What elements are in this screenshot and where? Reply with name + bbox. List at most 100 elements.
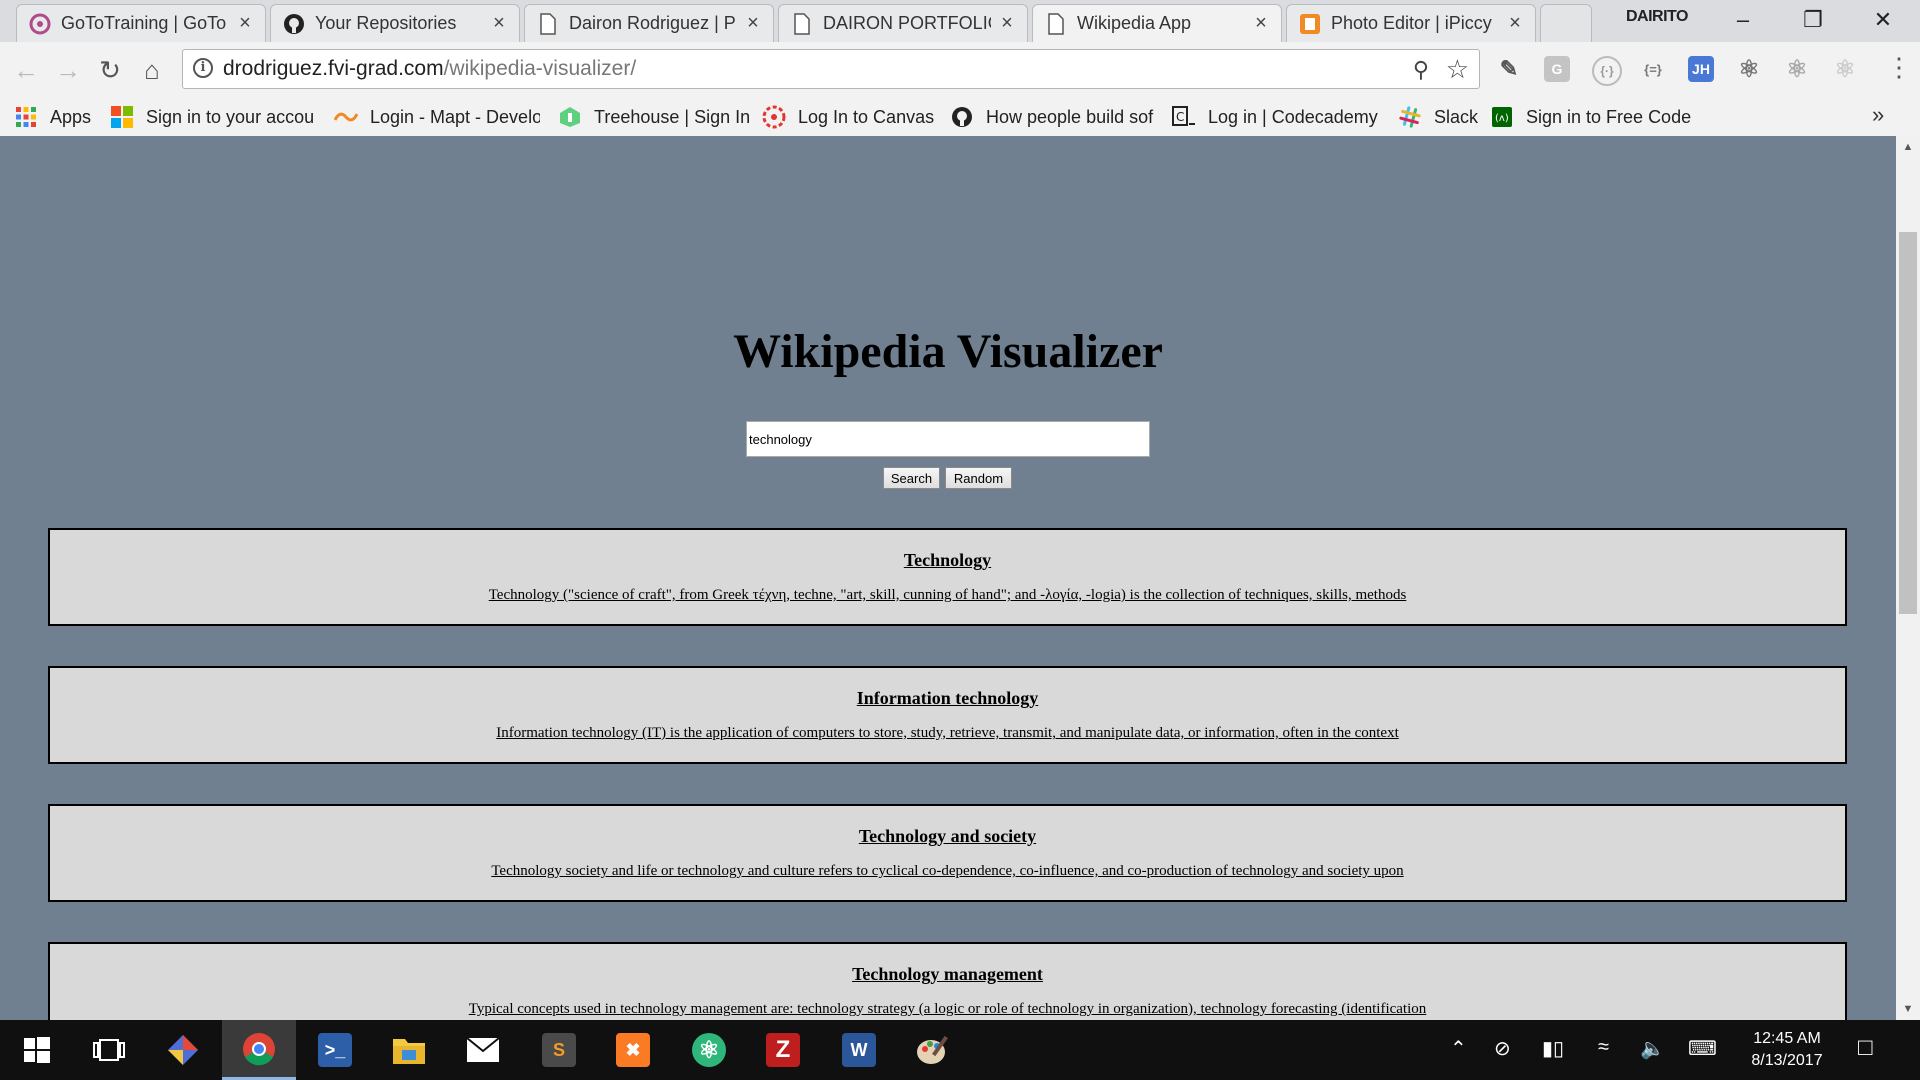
star-icon[interactable]: ☆ xyxy=(1446,54,1469,85)
grammarly-icon[interactable]: G xyxy=(1544,56,1570,82)
result-snippet-link[interactable]: Typical concepts used in technology mana… xyxy=(50,1001,1845,1018)
close-icon[interactable]: × xyxy=(235,12,255,35)
profile-name[interactable]: DAIRITO xyxy=(1626,8,1688,26)
minimize-icon[interactable]: – xyxy=(1710,0,1776,40)
back-icon[interactable]: ← xyxy=(8,52,44,88)
tab-dairon-portfolio[interactable]: DAIRON PORTFOLIO × xyxy=(778,4,1028,42)
tab-gototraining[interactable]: GoToTraining | GoTo × xyxy=(16,4,266,42)
network-disabled-icon[interactable]: ⊘ xyxy=(1494,1036,1511,1061)
bookmark-microsoft[interactable]: Sign in to your accou xyxy=(110,104,316,130)
result-title-link[interactable]: Information technology xyxy=(50,688,1845,709)
bookmark-mapt[interactable]: Login - Mapt - Develo xyxy=(334,104,540,130)
search-input[interactable] xyxy=(746,421,1150,457)
result-snippet-link[interactable]: Technology society and life or technolog… xyxy=(50,863,1845,880)
result-title-link[interactable]: Technology and society xyxy=(50,826,1845,847)
tab-repositories[interactable]: Your Repositories × xyxy=(270,4,520,42)
result-card: Technology management Typical concepts u… xyxy=(48,942,1847,1020)
xampp-icon[interactable]: ✖ xyxy=(596,1020,670,1080)
address-bar[interactable]: i drodriguez.fvi-grad.com/wikipedia-visu… xyxy=(182,49,1480,89)
scroll-up-arrow-icon[interactable]: ▲ xyxy=(1896,136,1920,158)
bookmark-label: Sign in to your accou xyxy=(146,106,315,127)
codecademy-icon: C xyxy=(1172,105,1196,129)
action-center-icon[interactable]: □ xyxy=(1858,1034,1873,1062)
home-icon[interactable]: ⌂ xyxy=(134,52,170,88)
json-formatter-icon[interactable]: {=} xyxy=(1640,56,1666,82)
battery-icon[interactable]: ▮▯ xyxy=(1542,1036,1564,1061)
restore-icon[interactable]: ❐ xyxy=(1780,0,1846,40)
scroll-down-arrow-icon[interactable]: ▼ xyxy=(1896,998,1920,1020)
forward-icon[interactable]: → xyxy=(50,52,86,88)
filezilla-icon[interactable]: Z xyxy=(746,1020,820,1080)
search-button[interactable]: Search xyxy=(883,467,940,489)
tab-dairon-rodriguez[interactable]: Dairon Rodriguez | P × xyxy=(524,4,774,42)
menu-icon[interactable]: ⋮ xyxy=(1886,52,1912,83)
atom-icon[interactable]: ⚛ xyxy=(672,1020,746,1080)
react-devtools-disabled-icon[interactable]: ⚛ xyxy=(1832,56,1858,83)
page-icon xyxy=(1045,12,1067,35)
bookmark-slack[interactable]: Slack xyxy=(1398,104,1478,130)
bookmark-label: Login - Mapt - Develo xyxy=(370,106,540,127)
close-window-icon[interactable]: ✕ xyxy=(1850,0,1916,40)
powershell-icon[interactable]: >_ xyxy=(298,1020,372,1080)
result-title-link[interactable]: Technology management xyxy=(50,964,1845,985)
result-snippet-link[interactable]: Technology ("science of craft", from Gre… xyxy=(50,587,1845,604)
new-tab-button[interactable] xyxy=(1540,4,1592,42)
close-icon[interactable]: × xyxy=(997,12,1017,35)
wifi-icon[interactable]: ≈ xyxy=(1598,1036,1609,1059)
url-path: /wikipedia-visualizer/ xyxy=(443,57,637,80)
zoom-icon[interactable]: ⚲ xyxy=(1413,57,1429,83)
reload-icon[interactable]: ↻ xyxy=(92,52,128,88)
bookmark-freecodecamp[interactable]: (ʌ) Sign in to Free Code xyxy=(1490,104,1696,130)
tab-photo-editor[interactable]: Photo Editor | iPiccy × xyxy=(1286,4,1536,42)
apps-grid-icon xyxy=(14,105,38,129)
bookmark-apps[interactable]: Apps xyxy=(14,104,98,130)
tab-wikipedia-app[interactable]: Wikipedia App × xyxy=(1032,4,1282,42)
close-icon[interactable]: × xyxy=(743,12,763,35)
clock-time: 12:45 AM xyxy=(1753,1030,1821,1047)
jh-icon[interactable]: JH xyxy=(1688,56,1714,82)
tab-title: GoToTraining | GoTo xyxy=(61,13,227,33)
bookmark-codecademy[interactable]: C Log in | Codecademy xyxy=(1172,104,1386,130)
scroll-thumb[interactable] xyxy=(1899,232,1917,614)
mapt-icon xyxy=(334,105,358,129)
bookmark-label: Slack xyxy=(1434,106,1478,127)
react-devtools-gray-icon[interactable]: ⚛ xyxy=(1784,56,1810,83)
result-snippet-link[interactable]: Information technology (IT) is the appli… xyxy=(50,725,1845,742)
info-icon[interactable]: i xyxy=(193,58,213,78)
bookmark-github[interactable]: How people build sof xyxy=(950,104,1156,130)
result-title-link[interactable]: Technology xyxy=(50,550,1845,571)
sublime-text-icon[interactable]: S xyxy=(522,1020,596,1080)
bookmark-treehouse[interactable]: Treehouse | Sign In xyxy=(558,104,754,130)
tab-title: DAIRON PORTFOLIO xyxy=(823,13,991,33)
word-icon[interactable]: W xyxy=(822,1020,896,1080)
color-picker-icon[interactable]: ✎ xyxy=(1496,56,1522,82)
bookmark-canvas[interactable]: Log In to Canvas xyxy=(762,104,942,130)
bookmarks-overflow-icon[interactable]: » xyxy=(1872,102,1884,128)
git-kraken-icon[interactable] xyxy=(146,1020,220,1080)
mail-icon[interactable] xyxy=(446,1020,520,1080)
task-view-icon[interactable] xyxy=(72,1020,146,1080)
start-icon[interactable] xyxy=(0,1020,74,1080)
tab-title: Your Repositories xyxy=(315,13,457,33)
paint-icon[interactable] xyxy=(896,1020,970,1080)
react-devtools-icon[interactable]: ⚛ xyxy=(1736,56,1762,83)
microsoft-icon xyxy=(110,105,134,129)
show-hidden-icons-icon[interactable]: ⌃ xyxy=(1450,1036,1467,1061)
random-button[interactable]: Random xyxy=(945,467,1012,489)
tab-title: Dairon Rodriguez | P xyxy=(569,13,736,33)
clock[interactable]: 12:45 AM 8/13/2017 xyxy=(1736,1028,1838,1072)
vertical-scrollbar[interactable]: ▲ ▼ xyxy=(1896,136,1920,1020)
url-text[interactable]: drodriguez.fvi-grad.com/wikipedia-visual… xyxy=(223,57,636,81)
bookmark-label: Log In to Canvas xyxy=(798,106,935,127)
gototraining-icon xyxy=(29,13,51,35)
web-developer-icon[interactable]: {·} xyxy=(1592,56,1622,86)
close-icon[interactable]: × xyxy=(1505,12,1525,35)
tab-strip: GoToTraining | GoTo × Your Repositories … xyxy=(0,0,1920,42)
file-explorer-icon[interactable] xyxy=(372,1020,446,1080)
keyboard-icon[interactable]: ⌨ xyxy=(1688,1036,1717,1061)
page-title: Wikipedia Visualizer xyxy=(733,325,1163,378)
close-icon[interactable]: × xyxy=(489,12,509,35)
volume-icon[interactable]: 🔈 xyxy=(1640,1036,1665,1061)
close-icon[interactable]: × xyxy=(1251,12,1271,35)
chrome-icon[interactable] xyxy=(222,1020,296,1080)
